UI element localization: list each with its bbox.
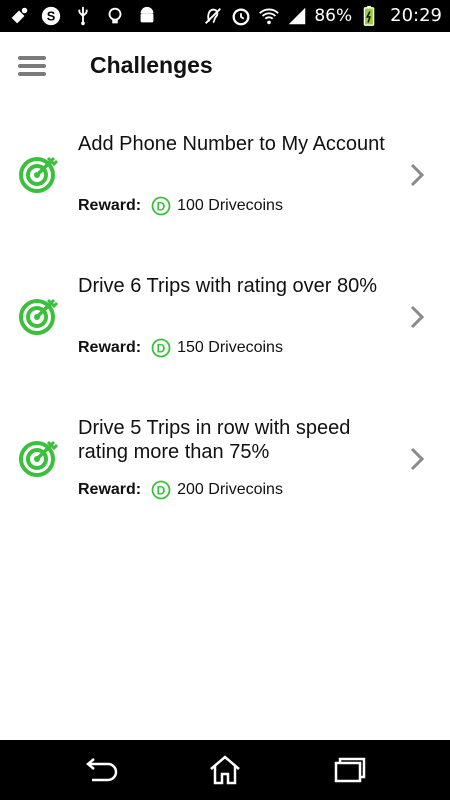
challenge-item-drive-5-trips[interactable]: Drive 5 Trips in row with speed rating m… (0, 404, 450, 546)
challenge-item-drive-6-trips[interactable]: Drive 6 Trips with rating over 80% Rewar… (0, 262, 450, 404)
navigation-bar (0, 740, 450, 800)
reward-label: Reward: (78, 197, 142, 214)
svg-text:D: D (157, 484, 166, 498)
challenge-title: Add Phone Number to My Account (78, 133, 385, 155)
android-debug-icon (140, 6, 154, 23)
target-icon (19, 298, 59, 335)
home-icon[interactable] (205, 752, 245, 788)
recent-apps-icon[interactable] (330, 752, 370, 788)
skype-icon: S (41, 6, 61, 26)
chevron-right-icon (410, 447, 425, 471)
menu-bar-middle (18, 64, 46, 68)
bulb-icon (108, 7, 122, 24)
challenge-item-add-phone[interactable]: Add Phone Number to My Account Reward: D… (0, 120, 450, 262)
hearing-aid-icon (205, 8, 222, 24)
drivecoin-icon: D (151, 196, 171, 216)
battery-icon (363, 5, 375, 26)
reward-label: Reward: (78, 339, 142, 356)
signal-icon (289, 7, 306, 25)
svg-text:S: S (47, 9, 56, 24)
target-icon (19, 440, 59, 477)
challenge-list: Add Phone Number to My Account Reward: D… (0, 120, 450, 546)
menu-bar-top (18, 56, 46, 60)
page-title: Challenges (90, 52, 213, 78)
reward-row: Reward: D 100 Drivecoins (78, 194, 283, 218)
status-bar-right: 86% 20:29 (202, 4, 442, 28)
menu-icon[interactable] (16, 51, 52, 83)
drivecoin-icon: D (151, 338, 171, 358)
target-icon (19, 156, 59, 193)
svg-text:D: D (157, 200, 166, 214)
status-bar-left: S (8, 4, 158, 28)
clock: 20:29 (390, 5, 442, 26)
app-bar: Challenges (0, 32, 450, 102)
reward-value: 200 Drivecoins (177, 481, 283, 498)
mouse-notification-icon (11, 7, 28, 24)
svg-text:D: D (157, 342, 166, 356)
reward-value: 150 Drivecoins (177, 339, 283, 356)
challenge-title: Drive 5 Trips in row with speed rating m… (78, 417, 351, 463)
status-bar: S 86% 20:29 (0, 0, 450, 32)
reward-row: Reward: D 150 Drivecoins (78, 336, 283, 360)
reward-label: Reward: (78, 481, 142, 498)
chevron-right-icon (410, 163, 425, 187)
back-icon[interactable] (78, 752, 118, 788)
reward-row: Reward: D 200 Drivecoins (78, 478, 283, 502)
chevron-right-icon (410, 305, 425, 329)
wifi-icon (259, 8, 280, 25)
reward-value: 100 Drivecoins (177, 197, 283, 214)
challenge-title: Drive 6 Trips with rating over 80% (78, 275, 378, 297)
usb-icon (78, 6, 88, 26)
menu-bar-bottom (18, 72, 46, 76)
drivecoin-icon: D (151, 480, 171, 500)
battery-percent: 86% (314, 6, 353, 26)
alarm-icon (232, 8, 250, 26)
